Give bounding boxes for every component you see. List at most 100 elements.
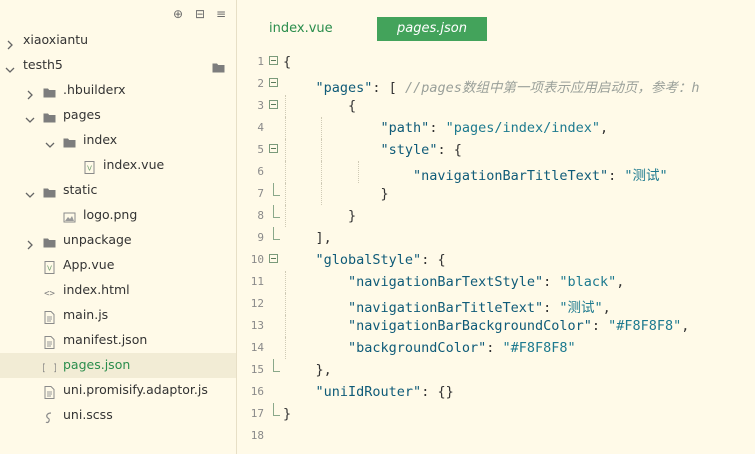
code-text: { [283, 54, 291, 70]
code-token: "uniIdRouter" [315, 384, 422, 400]
js-file-icon [43, 334, 56, 349]
line-number: 17 [250, 407, 264, 420]
fold-end-icon [273, 359, 280, 372]
code-text: } [283, 406, 291, 422]
code-token: "pages/index/index" [445, 120, 601, 136]
code-token: , [681, 318, 690, 334]
fold-toggle-icon[interactable] [269, 56, 278, 65]
chevron-down-icon[interactable] [25, 185, 35, 198]
code-line: 8 } [237, 205, 755, 227]
code-text: "navigationBarBackgroundColor": "#F8F8F8… [283, 318, 689, 334]
fold-toggle-icon[interactable] [269, 254, 278, 263]
code-token: "测试" [559, 300, 603, 316]
line-number: 7 [257, 187, 264, 200]
code-token: ], [315, 230, 332, 246]
tree-item[interactable]: static [0, 178, 236, 203]
code-token: : [ [372, 80, 405, 96]
fold-toggle-icon[interactable] [269, 78, 278, 87]
html-file-icon: <> [43, 284, 56, 299]
code-token: "#F8F8F8" [608, 318, 682, 334]
tree-item[interactable]: [ ] pages.json [0, 353, 236, 378]
code-line: 4 "path": "pages/index/index", [237, 117, 755, 139]
tab-pages-json[interactable]: pages.json [377, 17, 487, 41]
tree-item[interactable]: Vindex.vue [0, 153, 236, 178]
line-number: 12 [250, 297, 264, 310]
code-line: 3 { [237, 95, 755, 117]
tree-item[interactable]: index [0, 128, 236, 153]
code-token: "#F8F8F8" [502, 340, 576, 356]
tree-item[interactable]: logo.png [0, 203, 236, 228]
code-token: "navigationBarBackgroundColor" [348, 318, 592, 334]
code-line: 16 "uniIdRouter": {} [237, 381, 755, 403]
code-line: 1{ [237, 51, 755, 73]
fold-toggle-icon[interactable] [269, 144, 278, 153]
tree-item[interactable]: testh5 [0, 53, 236, 78]
line-number: 8 [257, 209, 264, 222]
code-line: 17} [237, 403, 755, 425]
code-line: 9 ], [237, 227, 755, 249]
code-token: } [380, 186, 389, 202]
tree-item-label: logo.png [83, 207, 138, 222]
tree-item[interactable]: V App.vue [0, 253, 236, 278]
tree-item-label: .hbuilderx [63, 82, 126, 97]
tree-item-label: index [83, 132, 118, 147]
code-text: } [283, 208, 356, 224]
tree-item[interactable]: main.js [0, 303, 236, 328]
code-line: 6 "navigationBarTitleText": "测试" [237, 161, 755, 184]
tree-item[interactable]: unpackage [0, 228, 236, 253]
code-token: //pages数组中第一项表示应用启动页，参考：h [404, 80, 700, 96]
code-token: "navigationBarTitleText" [413, 168, 609, 184]
tree-item-label: testh5 [23, 57, 63, 72]
tree-item[interactable]: manifest.json [0, 328, 236, 353]
tree-item[interactable]: pages [0, 103, 236, 128]
fold-end-icon [273, 403, 280, 416]
collapse-all-icon[interactable]: ⊟ [194, 8, 206, 20]
line-number: 18 [250, 429, 264, 442]
line-number: 15 [250, 363, 264, 376]
code-token: : [543, 274, 560, 290]
chevron-down-icon[interactable] [25, 110, 35, 123]
chevron-right-icon[interactable] [25, 85, 35, 100]
tree-item-label: App.vue [63, 257, 115, 272]
line-number: 9 [257, 231, 264, 244]
chevron-down-icon[interactable] [5, 60, 15, 73]
code-token: "black" [559, 274, 617, 290]
code-text: "style": { [283, 142, 462, 158]
tree-item[interactable]: xiaoxiantu [0, 28, 236, 53]
code-token: , [616, 274, 625, 290]
tree-item-label: pages.json [63, 357, 131, 372]
code-line: 5 "style": { [237, 139, 755, 161]
code-token: : [543, 300, 560, 316]
line-number: 3 [257, 99, 264, 112]
code-text: "navigationBarTitleText": "测试" [283, 164, 668, 184]
code-token: "path" [380, 120, 430, 136]
chevron-right-icon[interactable] [25, 235, 35, 250]
code-line: 12 "navigationBarTitleText": "测试", [237, 293, 755, 316]
tree-item[interactable]: uni.promisify.adaptor.js [0, 378, 236, 403]
tree-item-label: xiaoxiantu [23, 32, 89, 47]
tree-item[interactable]: .hbuilderx [0, 78, 236, 103]
line-number: 16 [250, 385, 264, 398]
fold-toggle-icon[interactable] [269, 100, 278, 109]
code-token: : { [421, 252, 446, 268]
code-line: 18 [237, 425, 755, 447]
chevron-right-icon[interactable] [5, 35, 15, 50]
tab-index-vue[interactable]: index.vue [269, 17, 333, 41]
code-text: "path": "pages/index/index", [283, 120, 609, 136]
code-editor[interactable]: index.vue pages.json 1{2 "pages": [ //pa… [237, 0, 755, 454]
fold-end-icon [273, 183, 280, 196]
code-text: "globalStyle": { [283, 252, 446, 268]
folder-icon [43, 234, 56, 248]
chevron-down-icon[interactable] [45, 135, 55, 148]
code-line: 2 "pages": [ //pages数组中第一项表示应用启动页，参考：h [237, 73, 755, 96]
tree-item[interactable]: <> index.html [0, 278, 236, 303]
line-number: 10 [250, 253, 264, 266]
target-icon[interactable]: ⊕ [172, 8, 184, 20]
tree-item-label: index.html [63, 282, 130, 297]
code-line: 15 }, [237, 359, 755, 381]
tree-item[interactable]: uni.scss [0, 403, 236, 428]
project-folder-icon [212, 59, 225, 73]
line-number: 5 [257, 143, 264, 156]
menu-icon[interactable]: ≡ [215, 8, 227, 20]
line-number: 6 [257, 165, 264, 178]
